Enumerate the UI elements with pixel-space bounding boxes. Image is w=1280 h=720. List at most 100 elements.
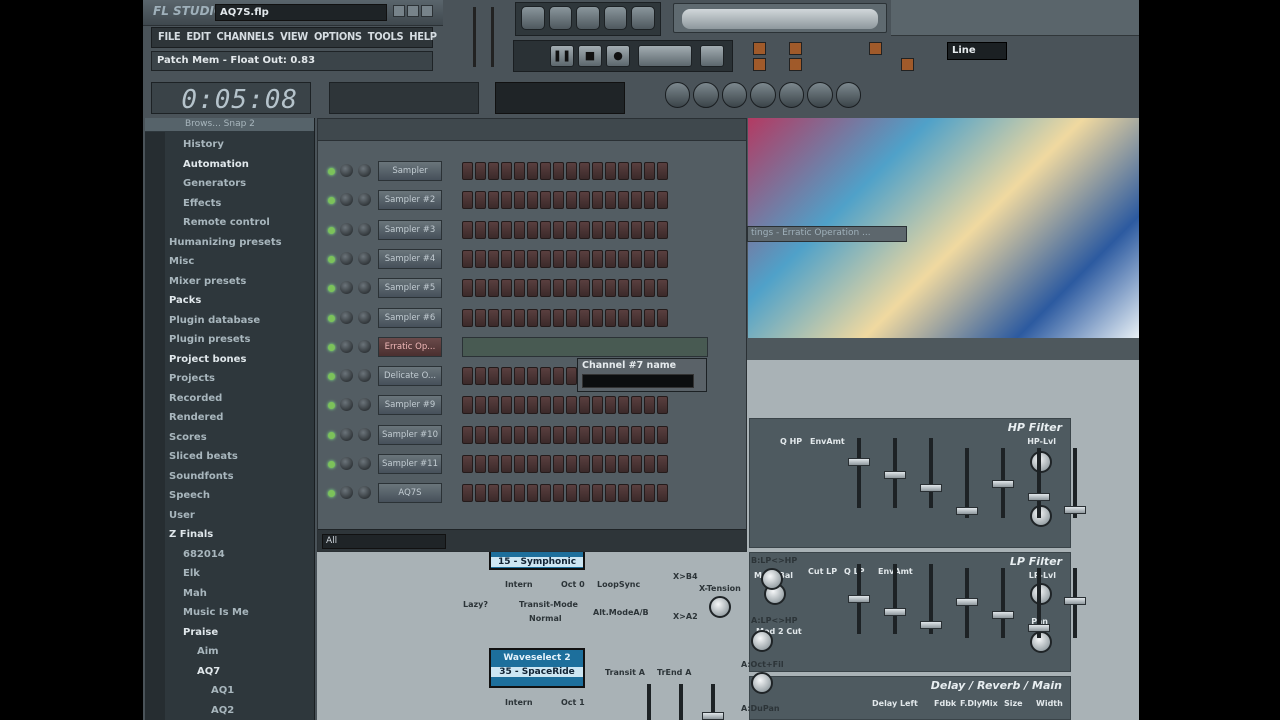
browser-item[interactable]: Misc <box>145 253 313 272</box>
step-button[interactable] <box>488 162 499 180</box>
step-button[interactable] <box>501 220 512 239</box>
channel-led[interactable] <box>328 226 335 234</box>
step-button[interactable] <box>527 249 538 268</box>
step-button[interactable] <box>605 249 616 268</box>
plugin-window-title[interactable]: tings - Erratic Operation ... <box>747 226 907 242</box>
step-button[interactable] <box>618 220 629 239</box>
step-button[interactable] <box>579 308 590 327</box>
volume-knob[interactable] <box>340 222 353 236</box>
channel-led[interactable] <box>328 373 335 381</box>
step-button[interactable] <box>657 249 668 268</box>
tempo-button[interactable] <box>700 45 724 67</box>
step-button[interactable] <box>475 249 486 268</box>
channel-button[interactable]: Sampler #5 <box>378 278 442 299</box>
undo-icon[interactable] <box>665 82 691 108</box>
step-button[interactable] <box>462 162 473 180</box>
fader[interactable] <box>1028 568 1050 638</box>
step-button[interactable] <box>475 396 486 415</box>
pan-knob[interactable] <box>358 457 371 470</box>
step-button[interactable] <box>462 279 473 298</box>
stop-button[interactable]: ■ <box>578 45 602 67</box>
step-button[interactable] <box>527 162 538 180</box>
step-button[interactable] <box>657 220 668 239</box>
channel-button[interactable]: Sampler #3 <box>378 219 442 240</box>
pan-knob[interactable] <box>358 164 371 177</box>
step-button[interactable] <box>579 484 590 503</box>
toggle-2[interactable] <box>753 58 766 71</box>
step-button[interactable] <box>579 162 590 180</box>
channel-led[interactable] <box>328 343 335 351</box>
step-button[interactable] <box>631 455 642 473</box>
channel-filter-select[interactable]: All <box>322 534 446 549</box>
step-button[interactable] <box>566 279 577 298</box>
browser-item[interactable]: 682014 <box>145 546 313 565</box>
step-button[interactable] <box>566 162 577 180</box>
menu-tools[interactable]: TOOLS <box>368 30 404 45</box>
step-button[interactable] <box>540 484 551 503</box>
step-button[interactable] <box>475 279 486 298</box>
step-button[interactable] <box>540 279 551 298</box>
step-button[interactable] <box>605 162 616 180</box>
browser-item[interactable]: Plugin presets <box>145 331 313 350</box>
step-button[interactable] <box>631 425 642 444</box>
volume-knob[interactable] <box>340 457 353 470</box>
fader[interactable] <box>1028 448 1050 518</box>
step-button[interactable] <box>475 162 486 180</box>
step-button[interactable] <box>527 484 538 503</box>
step-button[interactable] <box>566 367 577 386</box>
step-button[interactable] <box>540 308 551 327</box>
step-button[interactable] <box>540 249 551 268</box>
step-button[interactable] <box>579 191 590 210</box>
menu-edit[interactable]: EDIT <box>186 30 211 45</box>
browser-item[interactable]: History <box>145 136 313 155</box>
step-button[interactable] <box>488 367 499 386</box>
step-button[interactable] <box>514 455 525 473</box>
fader[interactable] <box>992 448 1014 518</box>
browser-item[interactable]: Soundfonts <box>145 468 313 487</box>
volume-knob[interactable] <box>340 339 353 353</box>
step-button[interactable] <box>644 279 655 298</box>
toggle-4[interactable] <box>789 58 802 71</box>
step-button[interactable] <box>644 484 655 503</box>
channel-led[interactable] <box>328 490 335 498</box>
fader[interactable] <box>1064 568 1086 638</box>
volume-knob[interactable] <box>340 164 353 177</box>
step-button[interactable] <box>592 425 603 444</box>
step-button[interactable] <box>501 249 512 268</box>
clipboard-icon[interactable] <box>807 82 833 108</box>
step-button[interactable] <box>553 249 564 268</box>
menu-file[interactable]: FILE <box>158 30 181 45</box>
step-button[interactable] <box>501 455 512 473</box>
graph-editor[interactable] <box>462 336 708 357</box>
channel-button[interactable]: Sampler <box>378 161 442 181</box>
step-button[interactable] <box>514 191 525 210</box>
channel-button[interactable]: AQ7S <box>378 483 442 504</box>
channel-name-input[interactable] <box>582 374 694 388</box>
step-button[interactable] <box>462 484 473 503</box>
step-button[interactable] <box>618 396 629 415</box>
step-button[interactable] <box>501 308 512 327</box>
pan-knob[interactable] <box>358 369 371 383</box>
step-button[interactable] <box>475 367 486 386</box>
master-sliders[interactable] <box>461 2 511 72</box>
step-button[interactable] <box>553 455 564 473</box>
step-button[interactable] <box>540 425 551 444</box>
step-button[interactable] <box>527 191 538 210</box>
zoom-icon[interactable] <box>778 82 805 108</box>
volume-knob[interactable] <box>340 369 353 383</box>
step-button[interactable] <box>618 455 629 473</box>
menu-options[interactable]: OPTIONS <box>314 30 362 45</box>
volume-knob[interactable] <box>340 193 353 207</box>
step-button[interactable] <box>631 396 642 415</box>
volume-knob[interactable] <box>340 310 353 324</box>
step-button[interactable] <box>605 220 616 239</box>
step-button[interactable] <box>657 162 668 180</box>
fader[interactable] <box>848 564 870 634</box>
step-button[interactable] <box>566 249 577 268</box>
volume-knob[interactable] <box>340 251 353 265</box>
step-button[interactable] <box>618 425 629 444</box>
step-button[interactable] <box>566 220 577 239</box>
step-button[interactable] <box>631 220 642 239</box>
browser-item[interactable]: Automation <box>145 156 313 175</box>
lp-level-knob[interactable] <box>1030 583 1052 605</box>
